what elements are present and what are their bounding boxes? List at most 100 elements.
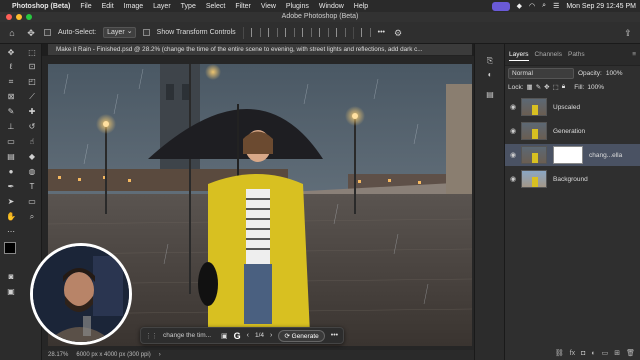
align-right-icon[interactable] [284,28,295,37]
stamp-tool-icon[interactable]: ⊥ [5,122,17,132]
screen-mode-icon[interactable]: ▣ [5,287,17,297]
marquee-tool-icon[interactable]: ⬚ [26,48,38,58]
close-window-icon[interactable] [6,14,12,20]
eye-icon[interactable]: ◉ [505,151,521,159]
eraser-tool-icon[interactable]: ▭ [5,137,17,147]
menu-layer[interactable]: Layer [153,3,171,10]
status-arrow-icon[interactable]: › [159,350,161,360]
gradient-tool-icon[interactable]: ▤ [5,152,17,162]
object-select-icon[interactable]: ⊡ [26,62,38,72]
layer-row-selected[interactable]: ◉ chang...ella [505,144,640,166]
lock-move-icon[interactable]: ✥ [544,83,549,91]
eye-icon[interactable]: ◉ [505,127,521,135]
menu-select[interactable]: Select [206,3,225,10]
menu-help[interactable]: Help [354,3,368,10]
align-middle-icon[interactable] [318,28,329,37]
prev-variation-icon[interactable]: ‹ [247,332,249,339]
gear-icon[interactable]: ⚙ [392,27,404,39]
lasso-tool-icon[interactable]: ℓ [5,62,17,72]
link-icon[interactable]: ⛓ [555,349,564,357]
menu-plugins[interactable]: Plugins [286,3,309,10]
menu-view[interactable]: View [261,3,276,10]
menu-file[interactable]: File [80,3,91,10]
history-brush-icon[interactable]: ↺ [26,122,38,132]
generate-button[interactable]: ⟳ Generate [278,329,325,342]
menu-window[interactable]: Window [319,3,344,10]
fill-value[interactable]: 100% [587,84,604,91]
control-center-icon[interactable]: ☰ [553,2,559,10]
blur-tool-icon[interactable]: ◆ [26,152,38,162]
eye-icon[interactable]: ◉ [505,103,521,111]
drag-handle-icon[interactable]: ⋮⋮ [145,332,158,340]
next-variation-icon[interactable]: › [270,332,272,339]
wifi-icon[interactable]: ◠ [529,2,535,10]
align-top-icon[interactable] [301,28,312,37]
smudge-tool-icon[interactable]: ☝ [26,137,38,147]
document-tab[interactable]: Make it Rain - Finished.psd @ 28.2% (cha… [48,44,472,56]
tab-channels[interactable]: Channels [535,49,562,60]
tab-paths[interactable]: Paths [568,49,585,60]
foreground-color-swatch[interactable] [4,242,16,254]
libraries-icon[interactable]: ▤ [485,90,495,100]
lock-paint-icon[interactable]: ✎ [536,83,541,91]
layer-row[interactable]: ◉ Background [505,168,640,190]
align-center-icon[interactable] [267,28,278,37]
quick-mask-icon[interactable]: ◙ [5,272,17,282]
more-options-button[interactable]: ••• [378,29,385,36]
auto-select-checkbox[interactable] [44,29,51,36]
align-bottom-icon[interactable] [335,28,346,37]
hand-tool-icon[interactable]: ✋ [5,212,17,222]
layer-row[interactable]: ◉ Generation [505,120,640,142]
generative-ai-icon[interactable]: G [234,331,241,341]
screen-recording-icon[interactable] [491,1,510,11]
type-tool-icon[interactable]: T [26,182,38,192]
crop-tool-icon[interactable]: ⌗ [5,77,17,87]
menu-app-name[interactable]: Photoshop (Beta) [12,3,70,10]
menu-filter[interactable]: Filter [235,3,251,10]
layer-mask-thumbnail[interactable] [553,146,583,164]
opacity-value[interactable]: 100% [606,70,623,77]
move-tool-icon[interactable]: ✥ [25,27,37,39]
eye-icon[interactable]: ◉ [505,175,521,183]
blend-mode-select[interactable]: Normal [508,67,574,79]
mask-icon[interactable]: ◘ [581,350,585,357]
menu-image[interactable]: Image [124,3,143,10]
menu-type[interactable]: Type [181,3,196,10]
lock-all-icon[interactable]: 🔒︎ [562,83,565,91]
more-tools-icon[interactable]: ⋯ [5,227,17,237]
sponge-tool-icon[interactable]: ◍ [26,167,38,177]
move-tool-icon[interactable]: ✥ [5,48,17,58]
group-icon[interactable]: ▭ [602,349,609,357]
align-left-icon[interactable] [250,28,261,37]
slice-tool-icon[interactable]: ◰ [26,77,38,87]
eyedropper-icon[interactable]: ⟋ [26,92,38,102]
zoom-window-icon[interactable] [26,14,32,20]
layer-row[interactable]: ◉ Upscaled [505,96,640,118]
minimize-window-icon[interactable] [16,14,22,20]
new-layer-icon[interactable]: ⊞ [614,349,620,357]
adjustment-icon[interactable]: ◐ [591,350,595,357]
panel-menu-icon[interactable]: ≡ [632,49,636,60]
lock-artboard-icon[interactable]: ⬚ [553,83,559,91]
healing-tool-icon[interactable]: ✚ [26,107,38,117]
clock-text[interactable]: Mon Sep 29 12:45 PM [566,3,636,10]
show-transform-checkbox[interactable] [142,29,150,36]
shape-tool-icon[interactable]: ▭ [26,197,38,207]
adjustments-icon[interactable]: ◐ [485,70,495,80]
fx-icon[interactable]: fx [570,350,575,357]
auto-select-dropdown[interactable]: Layer [103,27,136,38]
home-icon[interactable]: ⌂ [6,27,18,39]
trash-icon[interactable]: 🗑︎ [626,349,635,357]
generative-prompt-field[interactable]: change the tim... [163,332,215,339]
zoom-tool-icon[interactable]: ⌕ [26,212,38,222]
brush-tool-icon[interactable]: ✎ [5,107,17,117]
dodge-tool-icon[interactable]: ● [5,167,17,177]
frame-tool-icon[interactable]: ⊠ [5,92,17,102]
path-select-icon[interactable]: ➤ [5,197,17,207]
menu-edit[interactable]: Edit [102,3,114,10]
pen-tool-icon[interactable]: ✒ [5,182,17,192]
image-reference-icon[interactable]: ▣ [221,332,228,340]
search-icon[interactable]: ⌕ [542,2,546,10]
more-options-button[interactable]: ••• [331,332,338,339]
tab-layers[interactable]: Layers [509,49,529,61]
